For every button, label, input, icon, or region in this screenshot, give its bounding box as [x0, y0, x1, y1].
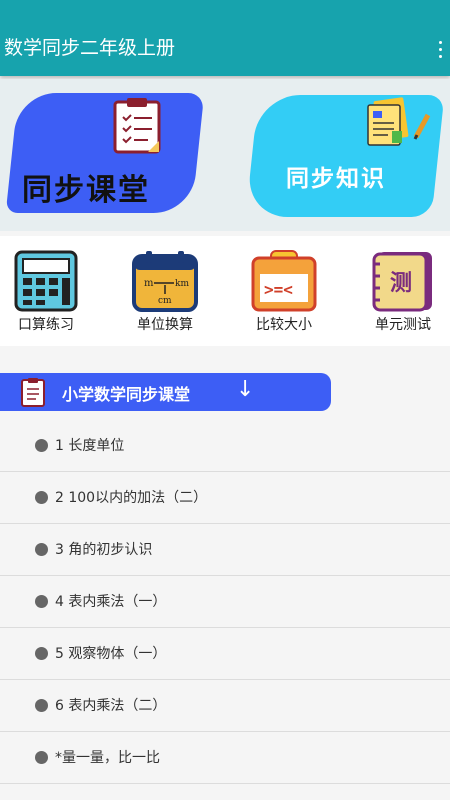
lesson-title: 5 观察物体（一）	[55, 646, 167, 662]
list-item[interactable]: 1 长度单位	[0, 420, 450, 472]
quick-item-unit-convert[interactable]: m km cm 单位换算	[115, 250, 215, 340]
bullet-icon	[35, 699, 48, 712]
bullet-icon	[35, 595, 48, 608]
more-vert-icon[interactable]	[434, 40, 446, 60]
unit-calendar-icon: m km cm	[132, 251, 198, 312]
quick-label-unit-convert: 单位换算	[137, 317, 193, 333]
arrow-down-icon: ↓	[236, 377, 255, 402]
lesson-title: 1 长度单位	[55, 438, 125, 454]
lesson-list: 1 长度单位 2 100以内的加法（二） 3 角的初步认识 4 表内乘法（一） …	[0, 420, 450, 784]
sync-class-label: 同步课堂	[22, 173, 150, 208]
list-item[interactable]: 3 角的初步认识	[0, 524, 450, 576]
lesson-title: *量一量，比一比	[55, 750, 160, 766]
list-item[interactable]: 2 100以内的加法（二）	[0, 472, 450, 524]
list-item[interactable]: 6 表内乘法（二）	[0, 680, 450, 732]
svg-text:km: km	[175, 279, 189, 289]
test-book-icon: 测	[372, 252, 432, 312]
notes-icon	[367, 97, 431, 146]
list-item[interactable]: 5 观察物体（一）	[0, 628, 450, 680]
compare-icon: >=<	[251, 250, 317, 312]
clipboard-small-icon	[21, 378, 45, 407]
bullet-icon	[35, 751, 48, 764]
quick-item-compare[interactable]: >=< 比较大小	[234, 250, 334, 340]
section-title: 小学数学同步课堂	[62, 385, 191, 404]
banner: 同步课堂 同步知识	[0, 79, 450, 231]
quick-actions: 口算练习 m km cm 单位换算 >=< 比较大小 测 单元测试	[0, 236, 450, 346]
lesson-title: 3 角的初步认识	[55, 542, 153, 558]
lesson-title: 4 表内乘法（一）	[55, 594, 167, 610]
list-item[interactable]: *量一量，比一比	[0, 732, 450, 784]
quick-label-oral-calc: 口算练习	[18, 317, 74, 333]
svg-text:测: 测	[390, 271, 412, 296]
quick-label-unit-test: 单元测试	[375, 317, 431, 333]
svg-text:m: m	[144, 278, 154, 289]
quick-label-compare: 比较大小	[256, 317, 312, 333]
list-item[interactable]: 4 表内乘法（一）	[0, 576, 450, 628]
bullet-icon	[35, 439, 48, 452]
quick-item-oral-calc[interactable]: 口算练习	[0, 250, 96, 340]
bullet-icon	[35, 543, 48, 556]
app-title: 数学同步二年级上册	[4, 37, 176, 59]
lesson-title: 2 100以内的加法（二）	[55, 490, 208, 506]
sync-knowledge-label: 同步知识	[286, 166, 386, 192]
section-header: 小学数学同步课堂 ↓	[0, 373, 331, 411]
app-bar: 数学同步二年级上册	[0, 0, 450, 76]
bullet-icon	[35, 647, 48, 660]
clipboard-icon	[113, 98, 161, 154]
bullet-icon	[35, 491, 48, 504]
svg-text:>=<: >=<	[264, 280, 293, 299]
calculator-icon	[14, 250, 78, 312]
lesson-title: 6 表内乘法（二）	[55, 698, 167, 714]
quick-item-unit-test[interactable]: 测 单元测试	[353, 250, 450, 340]
svg-text:cm: cm	[158, 296, 172, 306]
